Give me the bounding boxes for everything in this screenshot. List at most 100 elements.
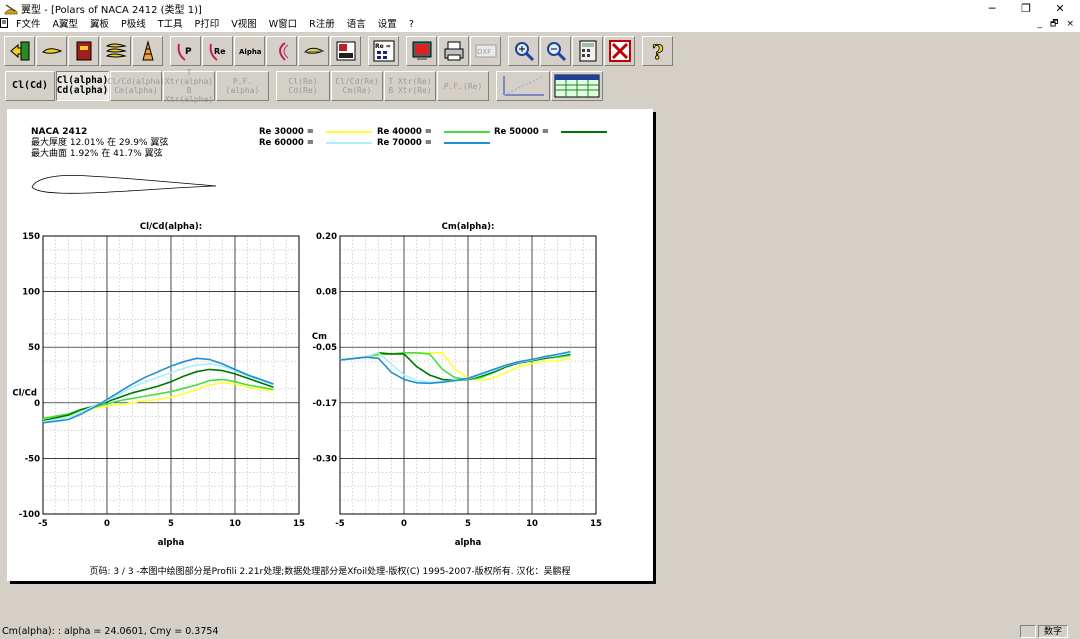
airfoil-view-icon	[303, 47, 324, 54]
calculator-button[interactable]	[572, 36, 603, 66]
clcd-alpha-button[interactable]: Cl/Cd(alpha) Cm(alpha)	[107, 71, 165, 101]
delete-button[interactable]	[604, 36, 635, 66]
dxf-button[interactable]: DXF	[470, 36, 501, 66]
pf-alpha-button[interactable]: P.F.(alpha)	[216, 71, 269, 101]
screen-icon	[412, 41, 431, 60]
minimize-button[interactable]: ─	[976, 0, 1008, 17]
menu-polar[interactable]: P极线	[115, 17, 152, 32]
xtr-re-button[interactable]: T Xtr(Re) B Xtr(Re)	[384, 71, 436, 101]
chart-title: Cm(alpha):	[442, 222, 495, 232]
y-tick-label: 0.08	[316, 288, 337, 298]
zoom-out-icon	[546, 42, 566, 62]
x-tick-label: 5	[465, 519, 471, 529]
svg-text:?: ?	[652, 40, 664, 62]
status-bar: Cm(alpha): : alpha = 24.0601, Cmy = 0.37…	[0, 624, 1080, 639]
cl-cd-button[interactable]: Cl(Cd)	[5, 71, 55, 101]
menu-settings[interactable]: 设置	[372, 17, 403, 32]
restore-button[interactable]: ❐	[1010, 0, 1042, 17]
re-grid-label: Re =	[375, 43, 391, 50]
dxf-label: DXF	[477, 48, 491, 56]
menu-file[interactable]: F文件	[10, 17, 46, 32]
book-icon	[76, 41, 91, 61]
x-axis-label: alpha	[455, 538, 482, 548]
plots-area: -5 0 5 10 15150100500-50-100Cl/Cd(alpha):alp…	[12, 222, 602, 548]
cl-alpha-button[interactable]: Cl(alpha) Cd(alpha)	[56, 71, 109, 101]
menu-panel[interactable]: 翼板	[84, 17, 115, 32]
polar-type-toolbar: Cl(Cd) Cl(alpha) Cd(alpha) Cl/Cd(alpha) Cm…	[5, 68, 604, 104]
clcd-alpha-label: Cl/Cd(alpha)	[107, 77, 165, 86]
polar-curve-icon	[278, 42, 288, 61]
wing-stack-button[interactable]	[132, 36, 163, 66]
menu-airfoil[interactable]: A翼型	[46, 17, 84, 32]
airfoil-view-button[interactable]	[298, 36, 329, 66]
zoom-in-icon	[514, 42, 534, 62]
y-tick-label: -100	[19, 510, 40, 520]
polar-p-label: P	[185, 47, 192, 57]
status-text: Cm(alpha): : alpha = 24.0601, Cmy = 0.37…	[2, 626, 219, 637]
menu-window[interactable]: W窗口	[263, 17, 303, 32]
mdi-minimize-button[interactable]: _	[1038, 17, 1043, 32]
x-tick-label: 15	[590, 519, 602, 529]
menu-register[interactable]: R注册	[303, 17, 341, 32]
polar-curve-button[interactable]	[266, 36, 297, 66]
mdi-controls: _ 🗗 ×	[1038, 17, 1075, 32]
wing-stack-icon	[141, 40, 154, 61]
polar-alpha-icon: Alpha	[239, 48, 261, 56]
cl-cd-label: Cl(Cd)	[11, 80, 49, 91]
exit-icon	[9, 41, 29, 61]
menu-tools[interactable]: T工具	[152, 17, 189, 32]
x-tick-label: 10	[229, 519, 241, 529]
polar-re-button[interactable]: Re	[202, 36, 233, 66]
mdi-close-button[interactable]: ×	[1066, 17, 1074, 32]
y-tick-label: 150	[22, 232, 40, 242]
axes-icon	[503, 75, 545, 96]
screen-button[interactable]	[406, 36, 437, 66]
airfoil-stack-button[interactable]	[100, 36, 131, 66]
clcd-re-label: Cl/Cd(Re)	[335, 77, 379, 86]
x-tick-label: 0	[104, 519, 110, 529]
cl-re-button[interactable]: Cl(Re) Cd(Re)	[276, 71, 330, 101]
image-button[interactable]	[330, 36, 361, 66]
printer-button[interactable]	[438, 36, 469, 66]
menu-view[interactable]: V视图	[225, 17, 263, 32]
airfoil-icon	[41, 48, 62, 54]
main-toolbar: P Re Alpha Re = DXF ?	[4, 34, 674, 68]
menu-help[interactable]: ?	[403, 17, 420, 32]
title-bar: 翼型 - [Polars of NACA 2412 (类型 1)] ─ ❐ ✕	[0, 0, 1080, 17]
axes-button[interactable]	[496, 71, 550, 101]
delete-x-icon	[608, 40, 631, 62]
table-button[interactable]	[551, 71, 603, 101]
pf-alpha-label: P.F.(alpha)	[225, 77, 260, 95]
mdi-restore-button[interactable]: 🗗	[1050, 17, 1058, 32]
help-icon: ?	[651, 40, 664, 62]
printer-icon	[444, 41, 463, 61]
airfoil-button[interactable]	[36, 36, 67, 66]
table-icon	[554, 74, 600, 98]
xtr-alpha-button[interactable]: T Xtr(alpha) B Xtr(alpha)	[163, 68, 215, 104]
pf-re-button[interactable]: P.F.(Re)	[437, 71, 489, 101]
re-grid-button[interactable]: Re =	[368, 36, 399, 66]
x-axis-label: alpha	[158, 538, 185, 548]
menu-language[interactable]: 语言	[341, 17, 372, 32]
polar-re-label: Re	[214, 47, 226, 56]
polar-alpha-button[interactable]: Alpha	[234, 36, 265, 66]
y-tick-label: -0.30	[313, 454, 338, 464]
bxtr-re-label: B Xtr(Re)	[388, 86, 432, 95]
txtr-re-label: T Xtr(Re)	[388, 77, 432, 86]
book-button[interactable]	[68, 36, 99, 66]
polar-p-button[interactable]: P	[170, 36, 201, 66]
x-tick-label: -5	[38, 519, 48, 529]
y-axis-label: Cm	[312, 332, 327, 342]
polar-p-icon: P	[177, 43, 192, 61]
zoom-out-button[interactable]	[540, 36, 571, 66]
clcd-re-button[interactable]: Cl/Cd(Re) Cm(Re)	[331, 71, 383, 101]
y-tick-label: -0.05	[313, 343, 338, 353]
bxtr-alpha-label: B Xtr(alpha)	[164, 86, 214, 104]
help-button[interactable]: ?	[642, 36, 673, 66]
polar-canvas[interactable]: NACA 2412 最大厚度 12.01% 在 29.9% 翼弦 最大曲面 1.…	[7, 109, 653, 581]
zoom-in-button[interactable]	[508, 36, 539, 66]
exit-button[interactable]	[4, 36, 35, 66]
close-button[interactable]: ✕	[1044, 0, 1076, 17]
menu-print[interactable]: P打印	[189, 17, 226, 32]
cd-re-label: Cd(Re)	[288, 86, 318, 95]
